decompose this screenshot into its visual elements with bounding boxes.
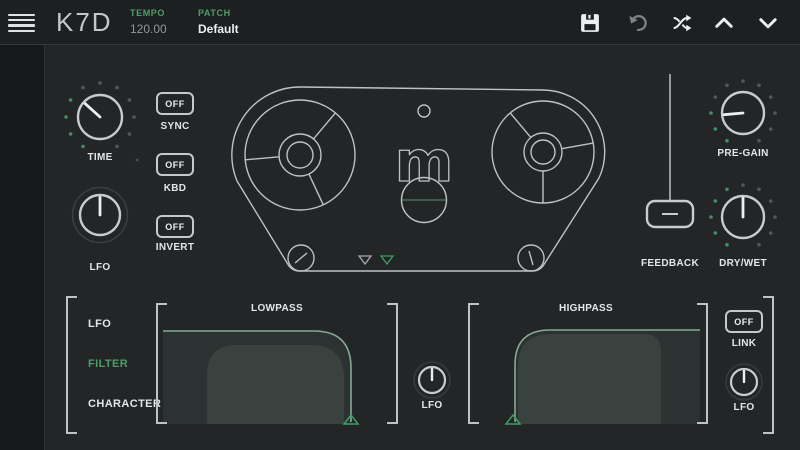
pregain-label: PRE-GAIN <box>717 148 768 159</box>
time-knob[interactable] <box>64 81 136 148</box>
sync-toggle-button[interactable]: OFF <box>156 92 194 115</box>
invert-toggle-button[interactable]: OFF <box>156 215 194 238</box>
invert-label: INVERT <box>156 242 194 253</box>
tape-reel-display: m <box>232 87 605 271</box>
tab-filter[interactable]: FILTER <box>88 358 128 370</box>
plugin-window: K7D TEMPO 120.00 PATCH Default <box>0 0 800 450</box>
feedback-slider[interactable] <box>647 74 693 227</box>
lfo-label: LFO <box>90 262 111 273</box>
time-label: TIME <box>87 152 112 163</box>
sync-label: SYNC <box>161 121 190 132</box>
lowpass-lfo-label: LFO <box>422 400 443 411</box>
brand-logo-icon: m <box>395 105 453 195</box>
lowpass-bracket-right <box>387 303 398 424</box>
lowpass-bracket-left <box>156 303 167 424</box>
bottom-section-bracket-left <box>66 296 77 434</box>
kbd-toggle-button[interactable]: OFF <box>156 153 194 176</box>
link-toggle-button[interactable]: OFF <box>725 310 763 333</box>
svg-text:m: m <box>395 130 453 195</box>
link-label: LINK <box>732 338 757 349</box>
lowpass-curve-display[interactable] <box>163 331 358 424</box>
drywet-knob[interactable] <box>709 183 777 246</box>
bottom-section-bracket-right <box>763 296 774 434</box>
lowpass-title: LOWPASS <box>251 303 303 314</box>
record-head-marker[interactable] <box>381 256 393 264</box>
pregain-knob[interactable] <box>709 79 777 142</box>
lowpass-lfo-knob[interactable] <box>414 362 450 398</box>
left-roller-icon <box>288 245 314 271</box>
highpass-curve-display[interactable] <box>506 330 700 424</box>
tab-lfo[interactable]: LFO <box>88 318 111 330</box>
highpass-title: HIGHPASS <box>559 303 613 314</box>
tab-character[interactable]: CHARACTER <box>88 398 161 410</box>
play-head-marker[interactable] <box>359 256 371 264</box>
highpass-lfo-knob[interactable] <box>726 364 762 400</box>
highpass-bracket-left <box>468 303 479 424</box>
tick-dot <box>136 159 139 162</box>
highpass-lfo-label: LFO <box>734 402 755 413</box>
drywet-label: DRY/WET <box>719 258 767 269</box>
panel-artwork: m <box>0 0 800 450</box>
kbd-label: KBD <box>164 183 187 194</box>
highpass-bracket-right <box>697 303 708 424</box>
right-reel[interactable] <box>492 101 594 203</box>
time-lfo-knob[interactable] <box>73 188 128 243</box>
feedback-label: FEEDBACK <box>641 258 699 269</box>
right-roller-icon <box>518 245 544 271</box>
left-reel[interactable] <box>245 100 355 210</box>
